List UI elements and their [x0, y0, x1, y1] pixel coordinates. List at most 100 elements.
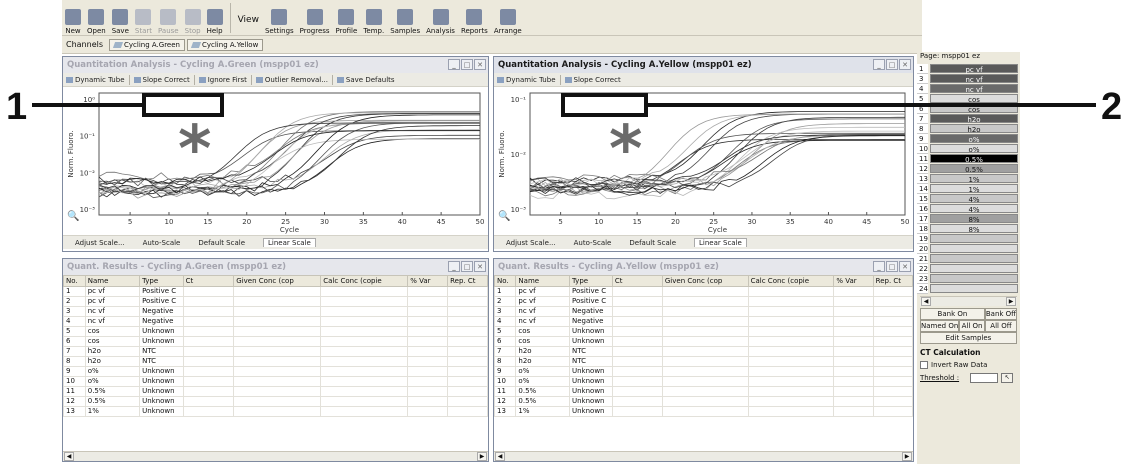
sample-name[interactable] [930, 264, 1018, 273]
help-button[interactable]: Help [204, 1, 226, 35]
column-header[interactable]: Ct [611, 275, 663, 287]
scale-button-linear-scale[interactable]: Linear Scale [263, 238, 316, 247]
column-header[interactable]: Rep. Ct [872, 275, 913, 287]
scale-button-auto-scale[interactable]: Auto-Scale [143, 239, 181, 247]
scroll-right-icon[interactable]: ▶ [477, 452, 487, 461]
table-row[interactable]: 10 o% Unknown [494, 376, 913, 387]
checkbox[interactable] [920, 361, 928, 369]
maximize-icon[interactable]: □ [461, 59, 473, 70]
analysis-button[interactable]: Analysis [423, 1, 458, 35]
horizontal-scrollbar[interactable]: ◀ ▶ [63, 451, 488, 461]
sample-row[interactable]: 17 8% [917, 214, 1020, 224]
column-header[interactable]: % Var [407, 275, 449, 287]
sample-name[interactable]: h2o [930, 114, 1018, 124]
scale-button-default-scale[interactable]: Default Scale [629, 239, 676, 247]
table-row[interactable]: 4 nc vf Negative [63, 316, 488, 327]
sample-name[interactable] [930, 244, 1018, 253]
sample-row[interactable]: 9 o% [917, 134, 1020, 144]
bank-off-button[interactable]: Bank Off [984, 308, 1017, 320]
sample-row[interactable]: 4 nc vf [917, 84, 1020, 94]
sample-name[interactable]: 0.5% [930, 154, 1018, 164]
table-row[interactable]: 4 nc vf Negative [494, 316, 913, 327]
close-icon[interactable]: ✕ [899, 261, 911, 272]
table-row[interactable]: 3 nc vf Negative [494, 306, 913, 317]
sample-row[interactable]: 7 h2o [917, 114, 1020, 124]
sample-row[interactable]: 13 1% [917, 174, 1020, 184]
edit-samples-button[interactable]: Edit Samples [920, 332, 1017, 344]
sample-name[interactable]: pc vf [930, 64, 1018, 74]
minimize-icon[interactable]: _ [448, 261, 460, 272]
table-row[interactable]: 8 h2o NTC [494, 356, 913, 367]
table-row[interactable]: 6 cos Unknown [494, 336, 913, 347]
start-button[interactable]: Start [132, 1, 155, 35]
sample-row[interactable]: 20 [917, 244, 1020, 254]
tool-save-defaults[interactable]: Save Defaults [336, 76, 395, 84]
table-row[interactable]: 11 0.5% Unknown [494, 386, 913, 397]
sample-row[interactable]: 14 1% [917, 184, 1020, 194]
sample-row[interactable]: 1 pc vf [917, 64, 1020, 74]
minimize-icon[interactable]: _ [873, 261, 885, 272]
sample-name[interactable] [930, 274, 1018, 283]
sample-name[interactable]: o% [930, 144, 1018, 154]
tool-dynamic-tube[interactable]: Dynamic Tube [497, 76, 556, 84]
sample-name[interactable]: 0.5% [930, 164, 1018, 174]
sample-name[interactable]: 8% [930, 214, 1018, 224]
table-row[interactable]: 12 0.5% Unknown [63, 396, 488, 407]
close-icon[interactable]: ✕ [474, 59, 486, 70]
sample-scrollbar[interactable]: ◀ ▶ [920, 296, 1017, 306]
column-header[interactable]: Ct [182, 275, 235, 287]
scroll-right-icon[interactable]: ▶ [1006, 297, 1016, 306]
column-header[interactable]: No. [63, 275, 86, 287]
channel-yellow-button[interactable]: Cycling A.Yellow [186, 38, 264, 51]
table-row[interactable]: 10 o% Unknown [63, 376, 488, 387]
scroll-left-icon[interactable]: ◀ [64, 452, 74, 461]
scale-button-linear-scale[interactable]: Linear Scale [694, 238, 747, 247]
table-row[interactable]: 2 pc vf Positive C [63, 296, 488, 307]
table-row[interactable]: 7 h2o NTC [494, 346, 913, 357]
sample-name[interactable]: nc vf [930, 84, 1018, 94]
sample-name[interactable]: 8% [930, 224, 1018, 234]
close-icon[interactable]: ✕ [474, 261, 486, 272]
sample-row[interactable]: 22 [917, 264, 1020, 274]
profile-button[interactable]: Profile [333, 1, 361, 35]
threshold-input[interactable] [970, 373, 999, 383]
sample-row[interactable]: 21 [917, 254, 1020, 264]
scale-button-adjust-scale[interactable]: Adjust Scale... [75, 239, 125, 247]
sample-row[interactable]: 12 0.5% [917, 164, 1020, 174]
sample-row[interactable]: 15 4% [917, 194, 1020, 204]
zoom-icon[interactable]: 🔍 [498, 209, 510, 222]
sample-row[interactable]: 3 nc vf [917, 74, 1020, 84]
sample-name[interactable] [930, 254, 1018, 263]
zoom-icon[interactable]: 🔍 [67, 209, 79, 222]
table-row[interactable]: 11 0.5% Unknown [63, 386, 488, 397]
scale-button-default-scale[interactable]: Default Scale [198, 239, 245, 247]
all-on-button[interactable]: All On [959, 320, 985, 332]
maximize-icon[interactable]: □ [886, 261, 898, 272]
named-on-button[interactable]: Named On [920, 320, 960, 332]
minimize-icon[interactable]: _ [873, 59, 885, 70]
scale-button-adjust-scale[interactable]: Adjust Scale... [506, 239, 556, 247]
column-header[interactable]: % Var [833, 275, 874, 287]
column-header[interactable]: Type [139, 275, 184, 287]
table-row[interactable]: 5 cos Unknown [63, 326, 488, 337]
sample-name[interactable]: 1% [930, 184, 1018, 194]
minimize-icon[interactable]: _ [448, 59, 460, 70]
threshold-pick-icon[interactable]: ↖ [1001, 373, 1014, 383]
sample-row[interactable]: 23 [917, 274, 1020, 284]
sample-name[interactable]: cos [930, 94, 1018, 104]
sample-name[interactable]: 4% [930, 194, 1018, 204]
settings-button[interactable]: Settings [262, 1, 297, 35]
scroll-right-icon[interactable]: ▶ [902, 452, 912, 461]
save-button[interactable]: Save [109, 1, 132, 35]
arrange-button[interactable]: Arrange [491, 1, 525, 35]
sample-row[interactable]: 19 [917, 234, 1020, 244]
column-header[interactable]: Calc Conc (copie [320, 275, 409, 287]
table-row[interactable]: 9 o% Unknown [63, 366, 488, 377]
scroll-left-icon[interactable]: ◀ [495, 452, 505, 461]
tool-dynamic-tube[interactable]: Dynamic Tube [66, 76, 125, 84]
sample-name[interactable]: nc vf [930, 74, 1018, 84]
table-row[interactable]: 13 1% Unknown [63, 406, 488, 417]
pause-button[interactable]: Pause [155, 1, 182, 35]
all-off-button[interactable]: All Off [984, 320, 1017, 332]
sample-name[interactable]: 4% [930, 204, 1018, 214]
